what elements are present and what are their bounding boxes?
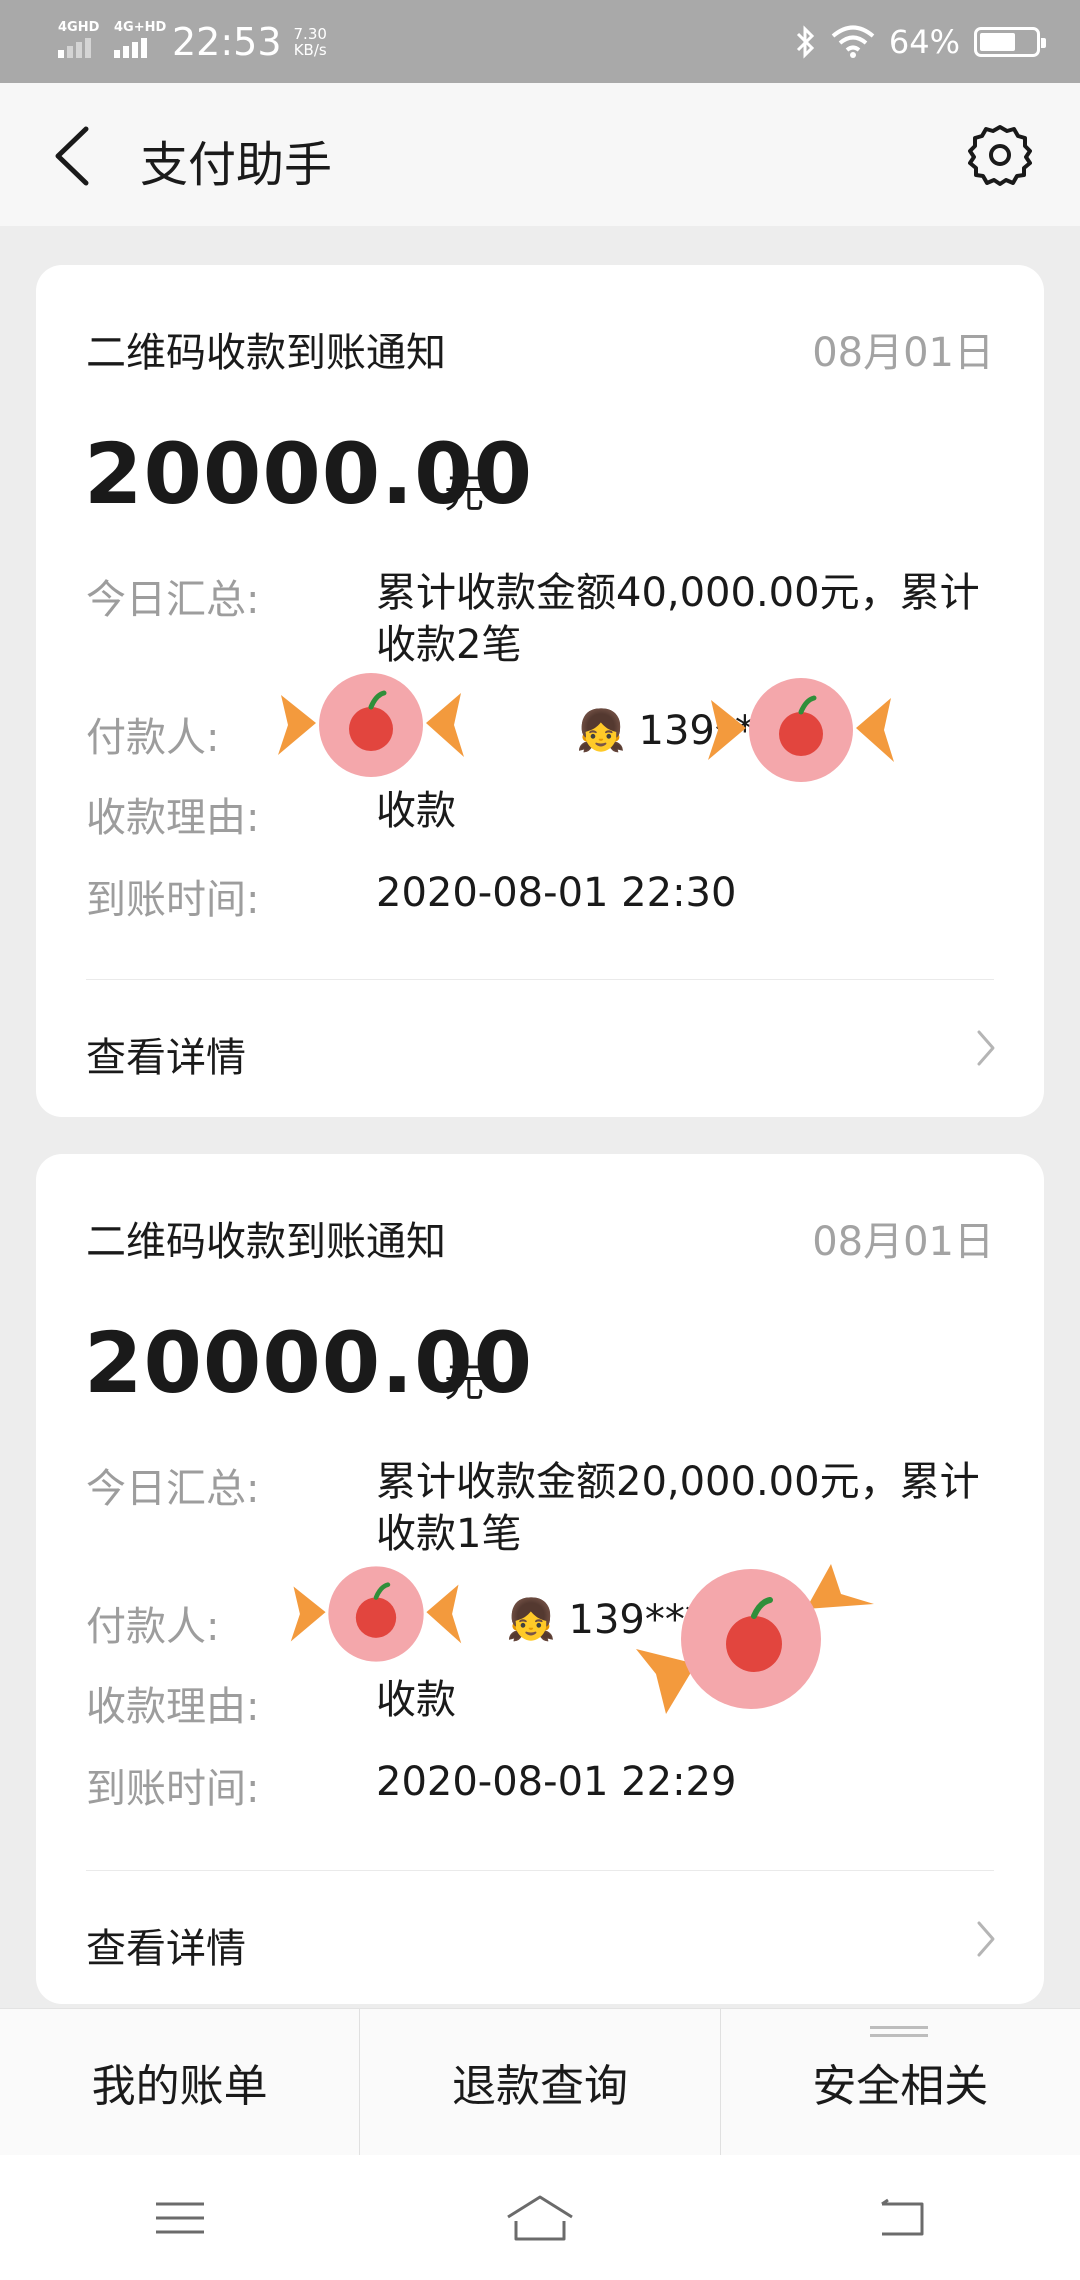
notification-card[interactable]: 二维码收款到账通知 08月01日 20000.00 元 今日汇总: 累计收款金额… xyxy=(36,1154,1044,2004)
divider xyxy=(86,1870,994,1871)
amount-unit: 元 xyxy=(444,1360,484,1406)
emoji-girl-icon: 👧 xyxy=(576,708,626,754)
chevron-left-icon[interactable] xyxy=(48,123,98,189)
back-arrow-icon[interactable] xyxy=(860,2188,940,2248)
view-details-link[interactable]: 查看详情 xyxy=(86,1916,246,1974)
summary-row: 今日汇总: 累计收款金额40,000.00元，累计收款2笔 xyxy=(86,567,996,671)
view-details-link[interactable]: 查看详情 xyxy=(86,1025,246,1083)
reason-value: 收款 xyxy=(376,788,456,834)
app-header: 支付助手 xyxy=(0,83,1080,226)
time-value: 2020-08-01 22:30 xyxy=(376,870,737,916)
time-label: 到账时间: xyxy=(86,877,260,923)
summary-value: 累计收款金额40,000.00元，累计收款2笔 xyxy=(376,570,980,668)
system-nav-bar xyxy=(0,2155,1080,2280)
notification-card[interactable]: 二维码收款到账通知 08月01日 20000.00 元 今日汇总: 累计收款金额… xyxy=(36,265,1044,1117)
chevron-right-icon[interactable] xyxy=(974,1919,998,1959)
signal-group: 4GHD 4G+HD xyxy=(58,19,166,62)
bluetooth-icon xyxy=(796,24,814,59)
card-title: 二维码收款到账通知 xyxy=(86,1219,446,1265)
menu-refund-query[interactable]: 退款查询 xyxy=(359,2009,719,2155)
emoji-girl-icon: 👧 xyxy=(506,1597,556,1643)
sim1-label: 4GHD xyxy=(58,19,100,35)
status-bar: 4GHD 4G+HD 22:53 7.30 KB/s 64% xyxy=(0,0,1080,83)
summary-value: 累计收款金额20,000.00元，累计收款1笔 xyxy=(376,1459,980,1557)
summary-label: 今日汇总: xyxy=(86,577,260,623)
battery-percent: 64% xyxy=(888,22,960,61)
reason-row: 收款理由: 收款 xyxy=(86,785,996,843)
clock: 22:53 xyxy=(172,19,282,64)
divider xyxy=(86,979,994,980)
page-title: 支付助手 xyxy=(140,137,333,193)
card-title: 二维码收款到账通知 xyxy=(86,330,446,376)
time-value: 2020-08-01 22:29 xyxy=(376,1759,737,1805)
summary-row: 今日汇总: 累计收款金额20,000.00元，累计收款1笔 xyxy=(86,1456,996,1560)
menu-my-bills[interactable]: 我的账单 xyxy=(0,2009,359,2155)
candy-sticker-icon xyxy=(708,678,894,782)
network-speed: 7.30 KB/s xyxy=(294,26,327,58)
time-label: 到账时间: xyxy=(86,1766,260,1812)
wifi-icon xyxy=(831,25,875,58)
status-right: 64% xyxy=(795,22,1046,61)
submenu-handle-icon xyxy=(870,2026,928,2040)
time-row: 到账时间: 2020-08-01 22:30 xyxy=(86,867,996,925)
time-row: 到账时间: 2020-08-01 22:29 xyxy=(86,1756,996,1814)
candy-sticker-icon xyxy=(290,1566,462,1662)
payer-value: 👧 139**** xyxy=(376,705,996,763)
sim1-signal-icon: 4GHD xyxy=(58,19,102,62)
summary-label: 今日汇总: xyxy=(86,1466,260,1512)
chevron-right-icon[interactable] xyxy=(974,1028,998,1068)
home-icon[interactable] xyxy=(500,2188,580,2248)
speed-value: 7.30 xyxy=(293,24,327,43)
reason-label: 收款理由: xyxy=(86,1684,260,1730)
gear-icon[interactable] xyxy=(968,123,1032,187)
reason-label: 收款理由: xyxy=(86,795,260,841)
sim2-signal-icon: 4G+HD xyxy=(114,20,166,62)
battery-icon xyxy=(974,26,1046,57)
card-date: 08月01日 xyxy=(812,1219,994,1265)
speed-unit: KB/s xyxy=(293,40,327,59)
menu-icon[interactable] xyxy=(140,2188,220,2248)
sim2-label: 4G+HD xyxy=(114,19,167,35)
candy-sticker-icon xyxy=(636,1564,874,1714)
candy-sticker-icon xyxy=(278,673,464,777)
card-date: 08月01日 xyxy=(812,330,994,376)
amount-unit: 元 xyxy=(444,471,484,517)
